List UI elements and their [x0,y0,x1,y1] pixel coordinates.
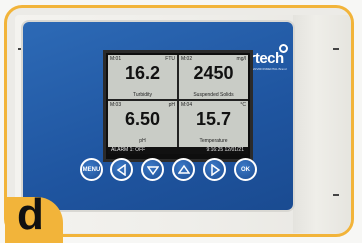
lcd-display: M:01 FTU 16.2 Turbidity M:02 mg/l 2450 S… [108,55,248,154]
channel-label: M:04 [181,102,193,108]
arrow-up-icon [177,164,190,174]
unit-label: °C [240,102,246,108]
measurement-value: 16.2 [124,63,161,83]
channel-label: M:03 [110,102,122,108]
brand-mark-icon [279,44,288,53]
unit-label: mg/l [236,56,246,62]
measurement-value: 15.7 [195,109,232,129]
channel-label: M:01 [110,56,122,62]
brand-tagline: an ENVIRONMENTAL Brand [248,67,287,71]
channel-label: M:02 [181,56,193,62]
measurement-cell: M:04 °C 15.7 Temperature [179,101,248,145]
measurement-value: 2450 [193,63,234,83]
measurement-cell: M:03 pH 6.50 pH [108,101,177,145]
parameter-name: Suspended Solids [193,92,234,98]
cell-divider [108,99,248,101]
unit-label: pH [168,102,175,108]
arrow-right-icon [210,163,220,176]
parameter-name: pH [139,138,146,144]
left-arrow-button[interactable] [110,158,133,181]
parameter-name: Temperature [199,138,228,144]
unit-label: FTU [165,56,175,62]
datetime-readout: 9:16:25 12/01/21 [206,147,244,153]
badge-letter: d [17,190,44,239]
measurement-value: 6.50 [124,109,161,129]
arrow-left-icon [116,163,126,176]
parameter-name: Turbidity [133,92,152,98]
measurement-cell: M:02 mg/l 2450 Suspended Solids [179,55,248,99]
measurement-cell: M:01 FTU 16.2 Turbidity [108,55,177,99]
housing-marker [333,194,339,196]
arrow-down-icon [146,165,159,175]
status-bar: ALARM 1: OFF 9:16:25 12/01/21 [108,147,248,154]
right-arrow-button[interactable] [203,158,226,181]
cell-divider [177,55,179,147]
up-arrow-button[interactable] [172,158,195,181]
alarm-status: ALARM 1: OFF [111,147,146,153]
lcd-screen: M:01 FTU 16.2 Turbidity M:02 mg/l 2450 S… [103,50,253,162]
ok-button[interactable]: OK [234,158,257,181]
housing-marker [333,48,339,50]
down-arrow-button[interactable] [141,158,164,181]
menu-button[interactable]: MENU [80,158,103,181]
housing-side [293,15,351,233]
